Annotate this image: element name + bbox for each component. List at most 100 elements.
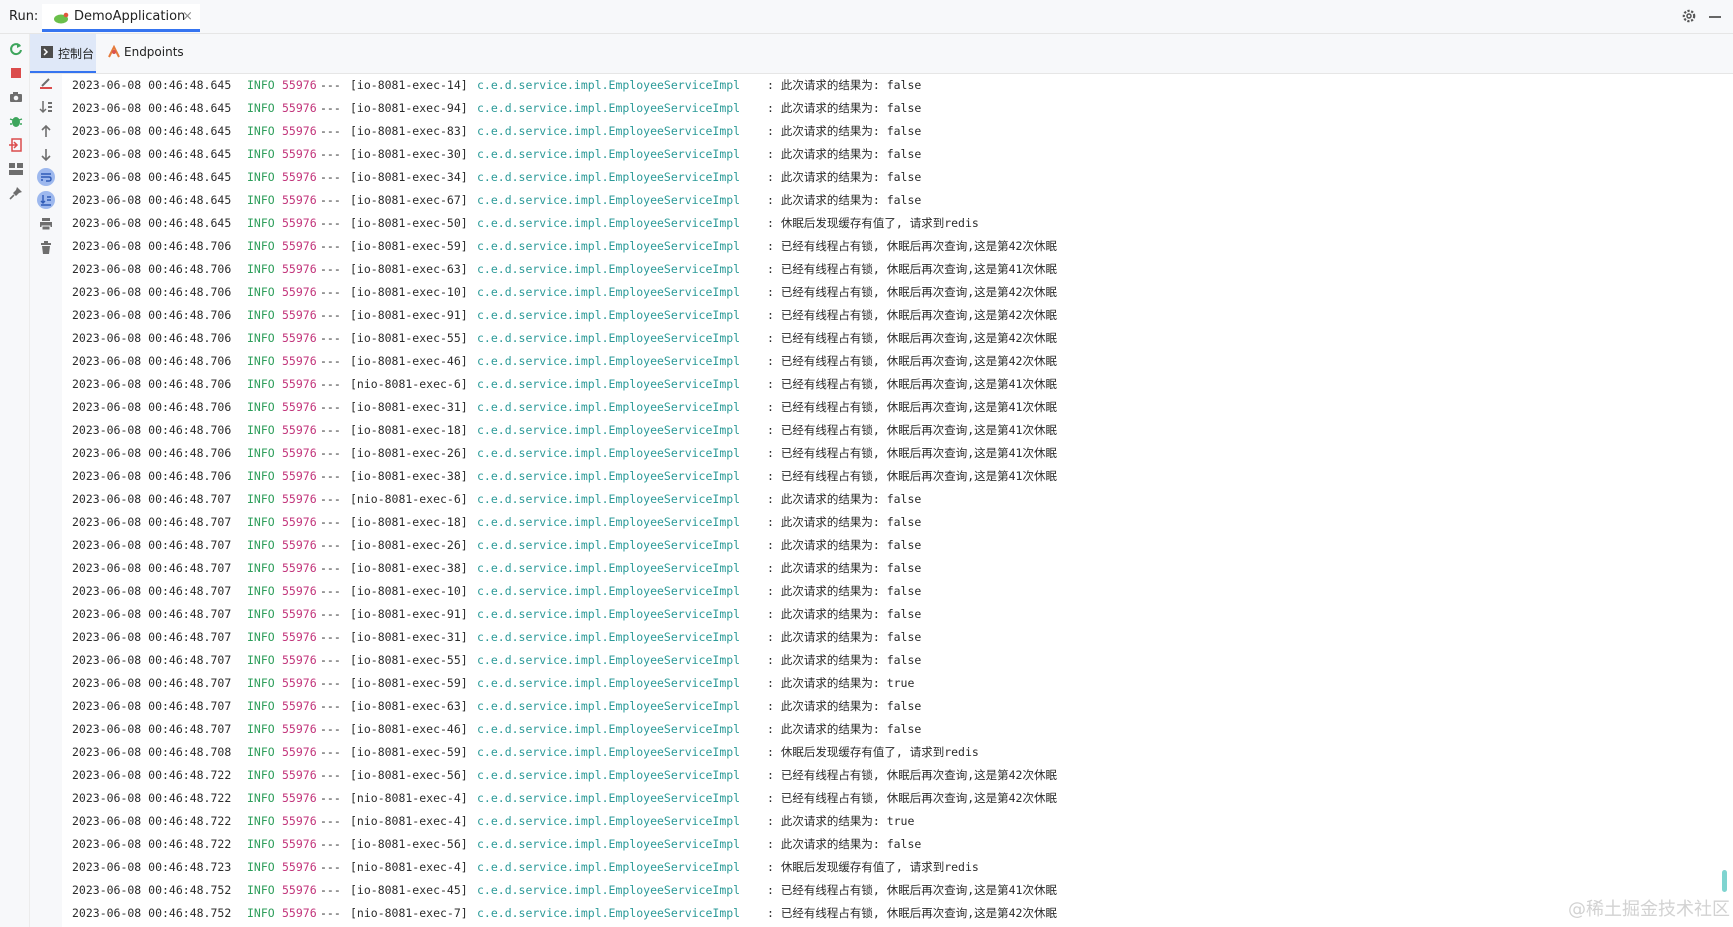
log-logger[interactable]: c.e.d.service.impl.EmployeeServiceImpl (477, 396, 740, 419)
minimize-icon[interactable] (1709, 16, 1721, 18)
log-line: 2023-06-08 00:46:48.645 INFO 55976 --- [io-8… (62, 189, 1722, 212)
close-icon[interactable]: × (182, 9, 193, 24)
log-timestamp: 2023-06-08 00:46:48.707 (72, 607, 232, 621)
log-logger[interactable]: c.e.d.service.impl.EmployeeServiceImpl (477, 350, 740, 373)
log-logger[interactable]: c.e.d.service.impl.EmployeeServiceImpl (477, 465, 740, 488)
log-pid: 55976 (282, 147, 317, 161)
log-thread: [io-8081-exec-26] (350, 446, 468, 460)
camera-icon[interactable] (8, 89, 24, 105)
log-timestamp: 2023-06-08 00:46:48.707 (72, 676, 232, 690)
log-logger[interactable]: c.e.d.service.impl.EmployeeServiceImpl (477, 879, 740, 902)
pin-icon[interactable] (8, 185, 24, 201)
log-logger[interactable]: c.e.d.service.impl.EmployeeServiceImpl (477, 580, 740, 603)
log-logger[interactable]: c.e.d.service.impl.EmployeeServiceImpl (477, 856, 740, 879)
sort-icon[interactable] (37, 98, 55, 116)
log-thread: [io-8081-exec-34] (350, 170, 468, 184)
log-logger[interactable]: c.e.d.service.impl.EmployeeServiceImpl (477, 97, 740, 120)
log-logger[interactable]: c.e.d.service.impl.EmployeeServiceImpl (477, 304, 740, 327)
log-logger[interactable]: c.e.d.service.impl.EmployeeServiceImpl (477, 741, 740, 764)
log-logger[interactable]: c.e.d.service.impl.EmployeeServiceImpl (477, 810, 740, 833)
log-logger[interactable]: c.e.d.service.impl.EmployeeServiceImpl (477, 833, 740, 856)
log-line: 2023-06-08 00:46:48.707 INFO 55976 --- [io-8… (62, 580, 1722, 603)
log-logger[interactable]: c.e.d.service.impl.EmployeeServiceImpl (477, 281, 740, 304)
log-logger[interactable]: c.e.d.service.impl.EmployeeServiceImpl (477, 74, 740, 97)
log-logger[interactable]: c.e.d.service.impl.EmployeeServiceImpl (477, 120, 740, 143)
log-timestamp: 2023-06-08 00:46:48.722 (72, 814, 232, 828)
log-thread: [io-8081-exec-55] (350, 653, 468, 667)
log-logger[interactable]: c.e.d.service.impl.EmployeeServiceImpl (477, 419, 740, 442)
log-level: INFO (247, 331, 275, 345)
tab-endpoints[interactable]: Endpoints (98, 34, 184, 73)
soft-wrap-icon[interactable] (37, 168, 55, 186)
layout-icon[interactable] (8, 161, 24, 177)
log-logger[interactable]: c.e.d.service.impl.EmployeeServiceImpl (477, 327, 740, 350)
log-level: INFO (247, 262, 275, 276)
vertical-scrollbar[interactable] (1722, 870, 1727, 892)
log-logger[interactable]: c.e.d.service.impl.EmployeeServiceImpl (477, 511, 740, 534)
log-line: 2023-06-08 00:46:48.723 INFO 55976 --- [nio-… (62, 856, 1722, 879)
log-timestamp: 2023-06-08 00:46:48.707 (72, 653, 232, 667)
log-timestamp: 2023-06-08 00:46:48.722 (72, 837, 232, 851)
log-line: 2023-06-08 00:46:48.706 INFO 55976 --- [io-8… (62, 304, 1722, 327)
log-message: : 此次请求的结果为: false (767, 515, 922, 529)
log-logger[interactable]: c.e.d.service.impl.EmployeeServiceImpl (477, 143, 740, 166)
log-pid: 55976 (282, 193, 317, 207)
log-logger[interactable]: c.e.d.service.impl.EmployeeServiceImpl (477, 695, 740, 718)
log-line: 2023-06-08 00:46:48.706 INFO 55976 --- [io-8… (62, 350, 1722, 373)
log-logger[interactable]: c.e.d.service.impl.EmployeeServiceImpl (477, 764, 740, 787)
tab-console[interactable]: 控制台 (30, 34, 96, 73)
log-logger[interactable]: c.e.d.service.impl.EmployeeServiceImpl (477, 603, 740, 626)
log-logger[interactable]: c.e.d.service.impl.EmployeeServiceImpl (477, 672, 740, 695)
up-arrow-icon[interactable] (37, 122, 55, 140)
log-thread: [io-8081-exec-38] (350, 561, 468, 575)
log-logger[interactable]: c.e.d.service.impl.EmployeeServiceImpl (477, 189, 740, 212)
log-line: 2023-06-08 00:46:48.706 INFO 55976 --- [io-8… (62, 419, 1722, 442)
log-level: INFO (247, 722, 275, 736)
log-message: : 已经有线程占有锁, 休眠后再次查询,这是第42次休眠 (767, 331, 1057, 345)
scroll-to-end-icon[interactable] (37, 191, 55, 209)
debug-icon[interactable] (8, 113, 24, 129)
log-level: INFO (247, 745, 275, 759)
trash-icon[interactable] (37, 239, 55, 257)
log-level: INFO (247, 515, 275, 529)
down-arrow-icon[interactable] (37, 146, 55, 164)
log-message: : 休眠后发现缓存有值了, 请求到redis (767, 745, 979, 759)
log-line: 2023-06-08 00:46:48.706 INFO 55976 --- [io-8… (62, 465, 1722, 488)
log-line: 2023-06-08 00:46:48.645 INFO 55976 --- [io-8… (62, 212, 1722, 235)
log-logger[interactable]: c.e.d.service.impl.EmployeeServiceImpl (477, 626, 740, 649)
log-message: : 已经有线程占有锁, 休眠后再次查询,这是第41次休眠 (767, 400, 1057, 414)
log-logger[interactable]: c.e.d.service.impl.EmployeeServiceImpl (477, 442, 740, 465)
log-logger[interactable]: c.e.d.service.impl.EmployeeServiceImpl (477, 902, 740, 925)
log-timestamp: 2023-06-08 00:46:48.706 (72, 354, 232, 368)
tab-demo-application[interactable]: DemoApplication × (42, 4, 200, 32)
clear-icon[interactable] (37, 74, 55, 92)
rerun-icon[interactable] (8, 41, 24, 57)
log-separator: --- (320, 630, 341, 644)
log-logger[interactable]: c.e.d.service.impl.EmployeeServiceImpl (477, 488, 740, 511)
log-logger[interactable]: c.e.d.service.impl.EmployeeServiceImpl (477, 212, 740, 235)
log-logger[interactable]: c.e.d.service.impl.EmployeeServiceImpl (477, 787, 740, 810)
tab-endpoints-label: Endpoints (124, 45, 184, 59)
console-output[interactable]: 2023-06-08 00:46:48.645 INFO 55976 --- [io-8… (62, 74, 1722, 927)
log-timestamp: 2023-06-08 00:46:48.645 (72, 124, 232, 138)
log-logger[interactable]: c.e.d.service.impl.EmployeeServiceImpl (477, 534, 740, 557)
log-separator: --- (320, 492, 341, 506)
print-icon[interactable] (37, 215, 55, 233)
log-thread: [nio-8081-exec-6] (350, 377, 468, 391)
log-logger[interactable]: c.e.d.service.impl.EmployeeServiceImpl (477, 258, 740, 281)
log-logger[interactable]: c.e.d.service.impl.EmployeeServiceImpl (477, 235, 740, 258)
log-thread: [io-8081-exec-18] (350, 423, 468, 437)
stop-icon[interactable] (8, 65, 24, 81)
log-logger[interactable]: c.e.d.service.impl.EmployeeServiceImpl (477, 373, 740, 396)
log-logger[interactable]: c.e.d.service.impl.EmployeeServiceImpl (477, 649, 740, 672)
log-logger[interactable]: c.e.d.service.impl.EmployeeServiceImpl (477, 557, 740, 580)
log-level: INFO (247, 193, 275, 207)
exit-icon[interactable] (8, 137, 24, 153)
log-line: 2023-06-08 00:46:48.707 INFO 55976 --- [io-8… (62, 603, 1722, 626)
gear-icon[interactable] (1681, 8, 1697, 24)
log-timestamp: 2023-06-08 00:46:48.708 (72, 745, 232, 759)
log-logger[interactable]: c.e.d.service.impl.EmployeeServiceImpl (477, 166, 740, 189)
log-level: INFO (247, 768, 275, 782)
log-logger[interactable]: c.e.d.service.impl.EmployeeServiceImpl (477, 718, 740, 741)
log-level: INFO (247, 492, 275, 506)
